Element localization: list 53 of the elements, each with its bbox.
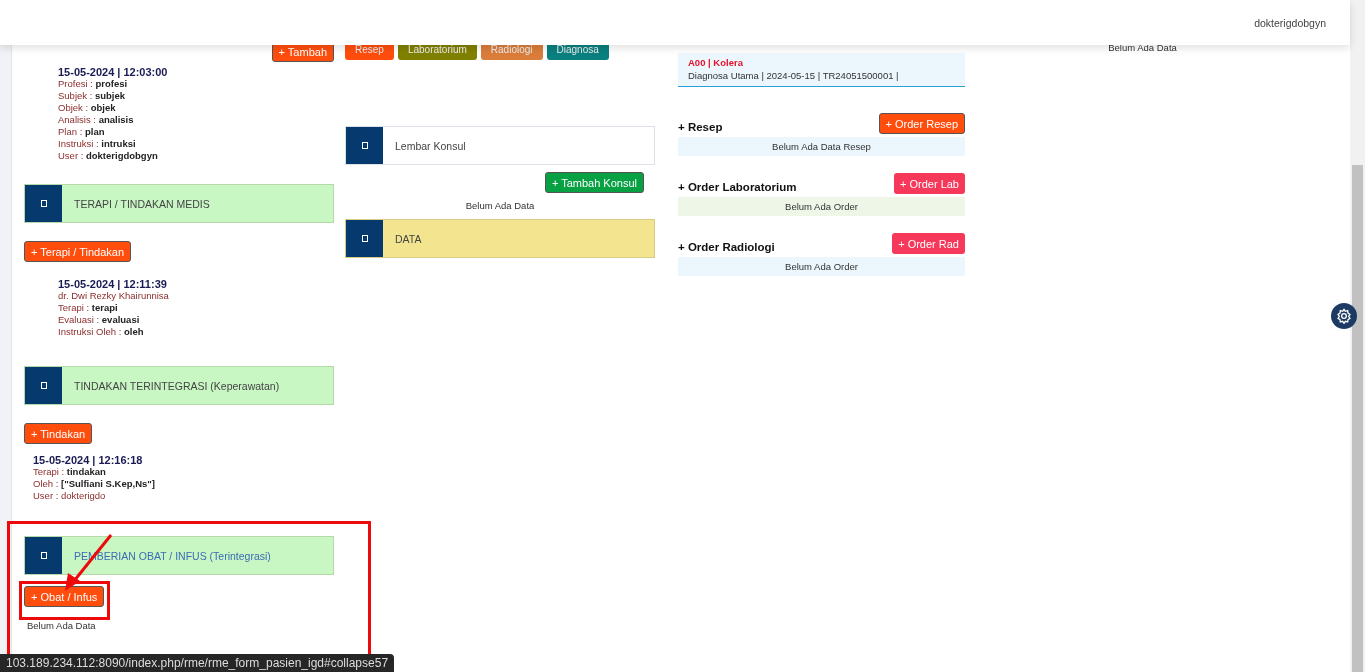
section-header[interactable]: TERAPI / TINDAKAN MEDIS: [24, 184, 334, 223]
entry-field: Oleh : ["Sulfiani S.Kep,Ns"]: [33, 478, 334, 490]
order-title: + Order Radiologi: [678, 241, 775, 253]
add-button[interactable]: + Tindakan: [24, 423, 93, 444]
square-icon: [40, 552, 47, 559]
settings-icon: [1336, 308, 1352, 324]
empty-band: Belum Ada Order: [678, 197, 965, 216]
empty-message: Belum Ada Data: [465, 200, 535, 211]
entry-field: User : dokterigdobgyn: [58, 150, 334, 162]
diagnosis-detail: Diagnosa Utama | 2024-05-15 | TR24051500001 |: [688, 70, 900, 81]
square-icon: [40, 382, 47, 389]
order-button[interactable]: + Order Rad: [892, 233, 965, 254]
entry-field: Terapi : terapi: [58, 302, 334, 314]
entry-datetime: 15-05-2024 | 12:03:00: [58, 66, 169, 78]
user-name[interactable]: dokterigdobgyn: [1254, 16, 1326, 29]
empty-message: Belum Ada Data: [1108, 42, 1177, 53]
entry-field: Instruksi Oleh : oleh: [58, 326, 334, 338]
section-header[interactable]: Lembar Konsul: [345, 126, 655, 165]
empty-band: Belum Ada Order: [678, 257, 965, 276]
entry-text: dr. Dwi Rezky Khairunnisa: [58, 290, 170, 302]
add-button[interactable]: + Obat / Infus: [24, 586, 105, 607]
square-icon: [361, 142, 368, 149]
settings-button[interactable]: [1331, 303, 1357, 329]
section-title: TERAPI / TINDAKAN MEDIS: [73, 197, 210, 210]
order-title: + Order Laboratorium: [678, 181, 797, 193]
entry-field: Analisis : analisis: [58, 114, 334, 126]
entry-field: Plan : plan: [58, 126, 334, 138]
section-header[interactable]: TINDAKAN TERINTEGRASI (Keperawatan): [24, 366, 334, 405]
section-title: Lembar Konsul: [394, 139, 466, 152]
status-url: 103.189.234.112:8090/index.php/rme/rme_form_pasien_igd#collapse57: [0, 654, 395, 672]
entry-field: Objek : objek: [58, 102, 334, 114]
scrollbar-thumb[interactable]: [1352, 165, 1363, 672]
order-button[interactable]: + Order Lab: [894, 173, 965, 194]
square-icon: [40, 200, 47, 207]
empty-message: Belum Ada Data: [27, 620, 97, 631]
entry-text: User : dokterigdo: [33, 490, 107, 502]
add-konsul-button[interactable]: + Tambah Konsul: [544, 172, 644, 193]
section-title: TINDAKAN TERINTEGRASI (Keperawatan): [73, 379, 280, 392]
section-title: DATA: [394, 232, 422, 245]
diagnosis-code: A00 | Kolera: [688, 57, 744, 68]
entry-field: Subjek : subjek: [58, 90, 334, 102]
entry-field: Instruksi : intruksi: [58, 138, 334, 150]
entry-datetime: 15-05-2024 | 12:16:18: [33, 454, 144, 466]
entry-datetime: 15-05-2024 | 12:11:39: [58, 278, 168, 290]
section-header[interactable]: DATA: [345, 219, 655, 258]
order-button[interactable]: + Order Resep: [878, 113, 965, 134]
entry-field: Profesi : profesi: [58, 78, 334, 90]
entry-field: Evaluasi : evaluasi: [58, 314, 334, 326]
entry-field: Terapi : tindakan: [33, 466, 334, 478]
empty-band: Belum Ada Data Resep: [678, 137, 965, 156]
square-icon: [361, 235, 368, 242]
order-title: + Resep: [678, 121, 723, 133]
add-button[interactable]: + Terapi / Tindakan: [24, 241, 132, 262]
